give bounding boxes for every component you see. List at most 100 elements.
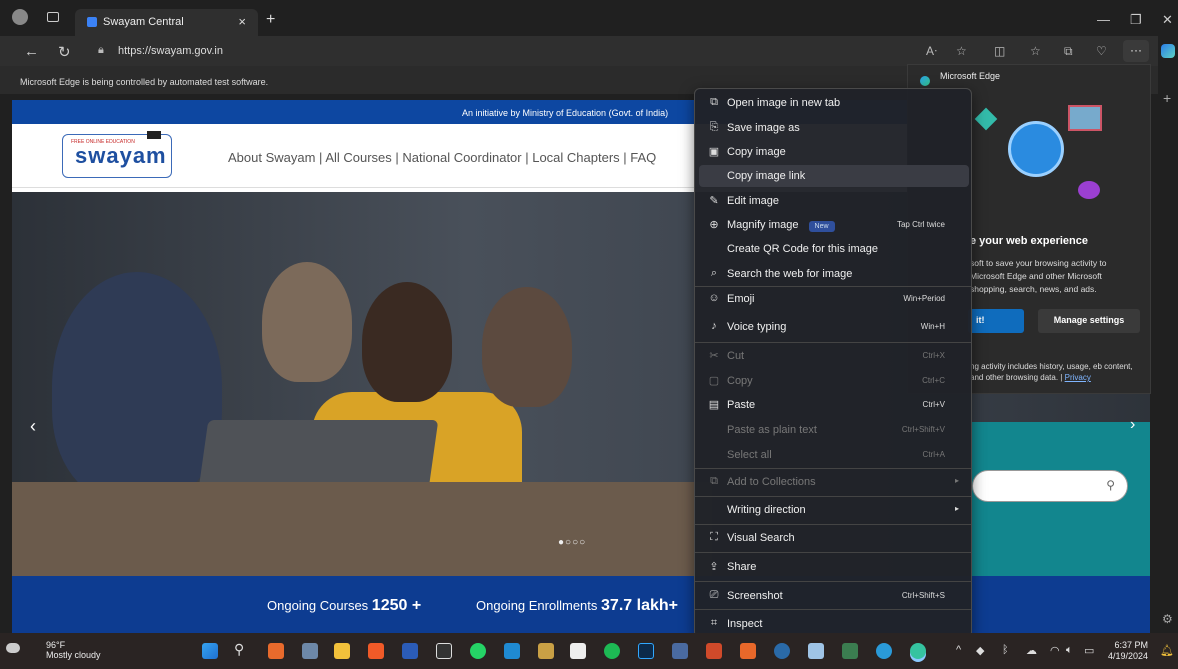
menu-item-voice-typing[interactable]: ♪ Voice typing Win+H [699,316,969,338]
manage-settings-button[interactable]: Manage settings [1038,309,1140,333]
gem-illustration-icon [974,107,998,131]
enrollments-value: 37.7 lakh+ [601,597,678,614]
word-icon[interactable] [402,643,418,659]
battery-icon[interactable]: ▭ [1084,644,1094,657]
menu-item-open-image-new-tab[interactable]: ⧉ Open image in new tab [699,92,969,114]
read-aloud-icon[interactable]: Aᐧ [926,44,937,58]
weather-widget[interactable]: 96°F Mostly cloudy [46,640,101,660]
spotify-icon[interactable] [604,643,620,659]
edge-active-taskbar-icon[interactable] [910,643,926,659]
courses-value: 1250 + [371,597,422,614]
address-bar[interactable]: 🔒︎ https://swayam.gov.in [88,41,888,63]
promo-heading: e your web experience [970,235,1088,247]
menu-item-emoji[interactable]: ☺ Emoji Win+Period [699,288,969,310]
inspect-icon: ⌗ [710,617,718,629]
carousel-dots[interactable]: ●○○○ [558,537,586,548]
app-icon-7[interactable] [808,643,824,659]
menu-item-writing-direction[interactable]: Writing direction ▸ [699,499,969,521]
menu-item-select-all[interactable]: Select all Ctrl+A [699,444,969,466]
more-options-button[interactable]: ··· [1123,40,1149,62]
clock[interactable]: 6:37 PM 4/19/2024 [1108,640,1148,662]
file-explorer-icon[interactable] [334,643,350,659]
promo-footnote: ng activity includes history, usage, eb … [970,362,1133,382]
menu-item-search-web-for-image[interactable]: ⌕ Search the web for image [699,263,969,285]
edge-taskbar-icon[interactable] [876,643,892,659]
menu-item-create-qr-code[interactable]: Create QR Code for this image [699,238,969,260]
profile-icon[interactable] [12,9,28,25]
app-icon-4[interactable] [672,643,688,659]
sidebar-settings-icon[interactable]: ⚙ [1162,612,1173,626]
menu-item-copy[interactable]: ▢ Copy Ctrl+C [699,370,969,392]
notion-icon[interactable] [570,643,586,659]
menu-item-cut[interactable]: ✂ Cut Ctrl+X [699,345,969,367]
swayam-logo[interactable]: FREE ONLINE EDUCATION swayam [62,131,172,178]
refresh-icon[interactable]: ↻ [58,43,71,61]
menu-item-copy-image[interactable]: ▣ Copy image [699,141,969,163]
wifi-icon[interactable]: ◠ [1050,644,1060,657]
title-bar: Swayam Central × + — ❐ ✕ [0,0,1178,36]
menu-item-share[interactable]: ⇪ Share [699,556,969,578]
sidebar-add-icon[interactable]: + [1163,90,1171,106]
favorites-icon[interactable]: ☆ [1030,44,1041,58]
search-icon[interactable]: ⚲ [1106,478,1115,492]
photoshop-icon[interactable] [638,643,654,659]
brave-icon[interactable] [368,643,384,659]
app-icon-2[interactable] [302,643,318,659]
back-icon[interactable]: ← [24,43,39,60]
course-search-input[interactable]: ⚲ [972,470,1128,502]
collections-toolbar-icon[interactable]: ⧉ [1064,44,1073,59]
notification-bell-icon[interactable]: 🔔︎ [1160,644,1174,657]
cut-icon: ✂ [709,350,719,362]
copy-image-icon: ▣ [708,146,720,158]
tab-actions-icon[interactable] [47,12,59,22]
menu-item-paste[interactable]: ▤ Paste Ctrl+V [699,394,969,416]
carousel-prev-icon[interactable]: ‹ [30,416,36,437]
vscode-icon[interactable] [504,643,520,659]
weather-cloud-icon[interactable] [6,643,20,653]
desk [12,482,712,576]
main-nav[interactable]: About Swayam | All Courses | National Co… [228,150,656,165]
menu-item-magnify-image[interactable]: ⊕ Magnify image New Tap Ctrl twice [699,214,969,236]
search-taskbar-icon[interactable]: ⚲ [234,641,244,658]
close-window-icon[interactable]: ✕ [1162,12,1173,28]
tab-swayam[interactable]: Swayam Central × [75,9,258,36]
bluetooth-icon[interactable]: ᛒ [1002,644,1009,656]
app-icon-5[interactable] [706,643,722,659]
app-icon-8[interactable] [842,643,858,659]
promo-accept-button[interactable]: it! [968,309,1024,333]
app-icon-1[interactable] [268,643,284,659]
tray-app-icon[interactable]: ◆ [976,644,984,657]
menu-item-screenshot[interactable]: ⎚ Screenshot Ctrl+Shift+S [699,585,969,607]
context-menu: ⧉ Open image in new tab ⎘ Save image as ▣ C… [694,88,972,638]
menu-item-copy-image-link[interactable]: Copy image link [699,165,969,187]
menu-item-save-image-as[interactable]: ⎘ Save image as [699,117,969,139]
start-windows-icon[interactable] [202,643,218,659]
copilot-icon[interactable] [1161,44,1175,58]
privacy-link[interactable]: Privacy [1065,373,1091,382]
app-icon-6[interactable] [774,643,790,659]
menu-item-paste-plain-text[interactable]: Paste as plain text Ctrl+Shift+V [699,419,969,441]
student-back [262,262,352,382]
browser-essentials-icon[interactable]: ♡ [1096,44,1107,58]
menu-item-inspect[interactable]: ⌗ Inspect [699,613,969,635]
minimize-icon[interactable]: — [1097,12,1110,27]
volume-icon[interactable]: 🔈︎ [1066,644,1073,657]
jetbrains-icon[interactable] [436,643,452,659]
tray-overflow-icon[interactable]: ^ [956,644,961,656]
office-icon[interactable] [740,643,756,659]
carousel-next-icon[interactable]: › [1130,416,1135,434]
new-tab-button[interactable]: + [266,11,275,29]
tray-app-icon-2[interactable]: ☁ [1026,644,1037,657]
menu-item-add-to-collections[interactable]: ⧉ Add to Collections ▸ [699,471,969,493]
edge-sidebar: + ⚙ [1158,36,1178,633]
lock-icon[interactable]: 🔒︎ [98,44,104,57]
menu-item-edit-image[interactable]: ✎ Edit image [699,190,969,212]
whatsapp-icon[interactable] [470,643,486,659]
restore-icon[interactable]: ❐ [1130,12,1142,28]
menu-item-visual-search[interactable]: ⛶ Visual Search [699,527,969,549]
favorite-star-icon[interactable]: ☆ [956,44,967,58]
tab-close-icon[interactable]: × [238,14,246,29]
menu-separator [695,609,971,610]
app-icon-3[interactable] [538,643,554,659]
split-screen-icon[interactable]: ◫ [994,44,1005,58]
